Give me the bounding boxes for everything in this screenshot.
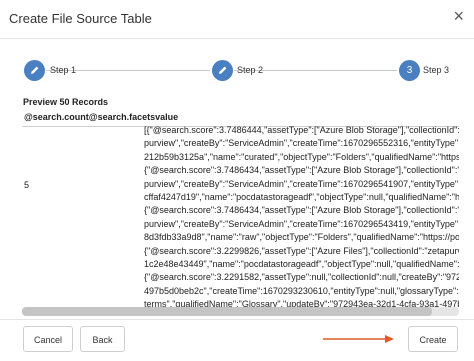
- create-button[interactable]: Create: [408, 326, 458, 352]
- json-line: {"@search.score":3.2299826,"assetType":[…: [144, 245, 459, 256]
- json-line: purview","createBy":"ServiceAdmin","crea…: [144, 138, 459, 149]
- json-line: 1c2e48e43449","name":"pocdatastorageadf"…: [144, 259, 459, 270]
- column-header: @search.count: [24, 112, 89, 122]
- json-line: {"@search.score":3.7486434,"assetType":[…: [144, 205, 459, 216]
- json-line: cffaf4247d19","name":"pocdatastorageadf"…: [144, 192, 459, 203]
- footer-divider: [0, 319, 474, 320]
- step-1-label: Step 1: [50, 65, 77, 75]
- step-2-label: Step 2: [237, 65, 264, 75]
- value-cell: [{"@search.score":3.7486444,"assetType":…: [144, 124, 459, 309]
- json-line: 497b5d0beb2c","createTime":1670293230610…: [144, 285, 459, 296]
- row-count-cell: 5: [24, 180, 30, 190]
- json-line: 212b59b3125a","name":"curated","objectTy…: [144, 151, 459, 162]
- header-divider: [0, 38, 474, 39]
- json-line: {"@search.score":3.2291582,"assetType":n…: [144, 272, 459, 283]
- step-2-pencil-icon[interactable]: [212, 60, 233, 81]
- json-line: {"@search.score":3.7486434,"assetType":[…: [144, 165, 459, 176]
- json-line: 8d3fdb33a9d8","name":"raw","objectType":…: [144, 232, 459, 243]
- cancel-button[interactable]: Cancel: [23, 326, 73, 352]
- step-3-number[interactable]: 3: [399, 60, 420, 81]
- preview-records-label: Preview 50 Records: [23, 97, 109, 107]
- step-3-label: Step 3: [423, 65, 450, 75]
- annotation-arrow-icon: [323, 335, 394, 343]
- dialog-title: Create File Source Table: [9, 11, 152, 26]
- preview-table: @search.count@search.facetsvalue 5 [{"@s…: [22, 112, 459, 309]
- close-icon[interactable]: ×: [453, 7, 464, 25]
- stepper: Step 1 Step 2 3 Step 3: [0, 59, 474, 83]
- step-1-pencil-icon[interactable]: [24, 60, 45, 81]
- table-header: @search.count@search.facetsvalue: [24, 112, 178, 122]
- column-header: value: [155, 112, 179, 122]
- json-line: purview","createBy":"ServiceAdmin","crea…: [144, 178, 459, 189]
- scrollbar-thumb[interactable]: [22, 307, 432, 316]
- json-line: purview","createBy":"ServiceAdmin","crea…: [144, 218, 459, 229]
- create-file-source-table-dialog: Create File Source Table × Step 1 Step 2…: [0, 0, 474, 361]
- horizontal-scrollbar[interactable]: [22, 307, 459, 316]
- json-line: [{"@search.score":3.7486444,"assetType":…: [144, 125, 459, 135]
- back-button[interactable]: Back: [80, 326, 125, 352]
- column-header: @search.facets: [88, 112, 156, 122]
